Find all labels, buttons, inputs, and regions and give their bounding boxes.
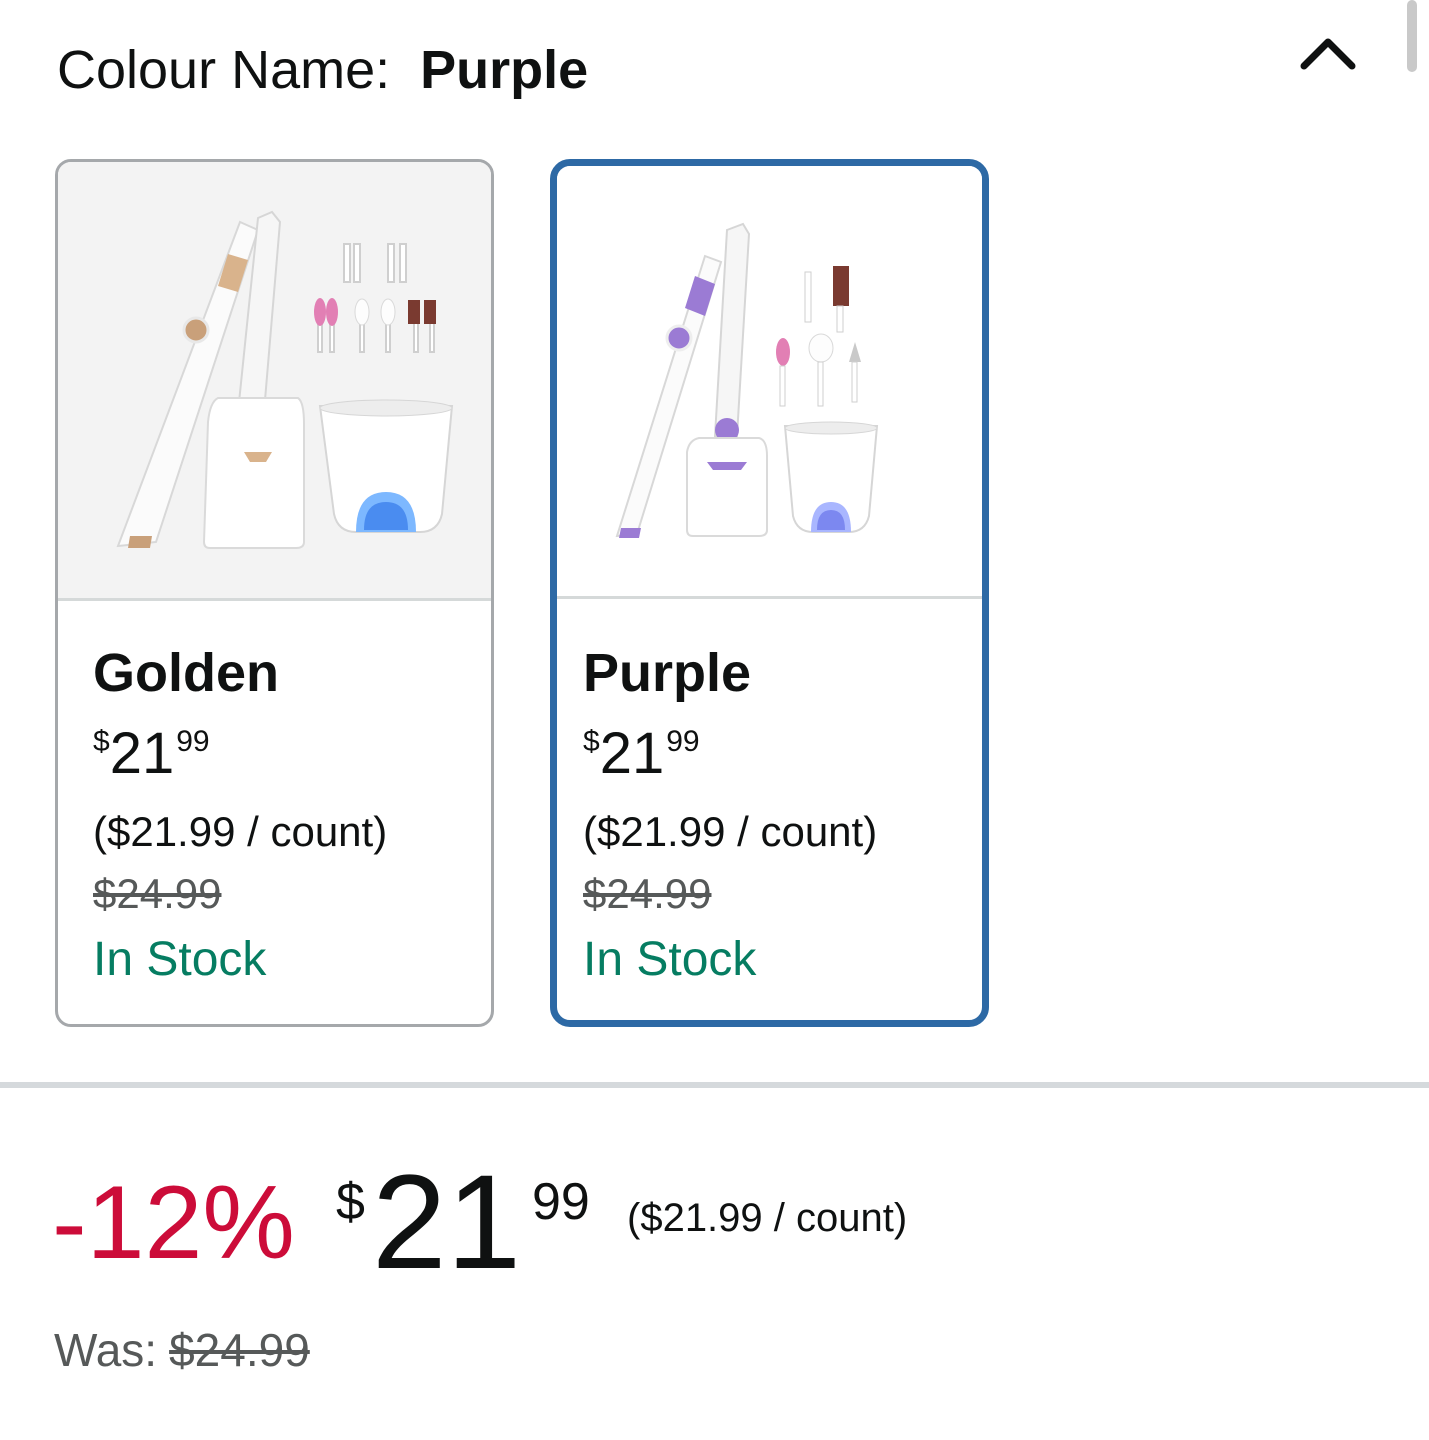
main-unit-price: ($21.99 / count) [627,1196,908,1240]
option-unit-price: ($21.99 / count) [93,808,388,855]
price-whole: 21 [109,721,175,786]
collapse-button[interactable] [1290,20,1366,86]
was-price: $24.99 [169,1324,310,1376]
product-image-purple [557,166,982,599]
price-symbol: $ [93,725,110,758]
option-price: $2199 [583,712,972,799]
option-price: $2199 [93,712,481,799]
price-symbol: $ [583,725,600,758]
main-price-whole: 21 [372,1148,522,1297]
price-whole: 21 [599,721,665,786]
product-image-golden [58,162,491,601]
option-original-price: $24.99 [583,870,712,917]
option-unit-price: ($21.99 / count) [583,808,878,855]
was-price-line: Was: $24.99 [54,1318,310,1382]
chevron-up-icon [1300,38,1356,70]
colour-name-header: Colour Name: Purple [57,36,588,104]
selected-colour-value: Purple [420,40,589,100]
option-name: Golden [93,643,279,703]
price-fraction: 99 [176,725,210,758]
colour-option-golden[interactable]: Golden $2199 ($21.99 / count) $24.99 In … [55,159,494,1027]
option-availability: In Stock [93,933,267,986]
section-divider [0,1082,1429,1088]
colour-selector-page: Colour Name: Purple Golden $2199 ($21.99… [0,0,1429,1440]
option-availability: In Stock [583,933,757,986]
scrollbar-thumb[interactable] [1407,0,1417,72]
option-info-purple: Purple $2199 ($21.99 / count) $24.99 In … [583,640,972,995]
was-label: Was: [54,1324,158,1376]
colour-name-label: Colour Name: [57,40,391,100]
colour-option-purple[interactable]: Purple $2199 ($21.99 / count) $24.99 In … [550,159,989,1027]
option-info-golden: Golden $2199 ($21.99 / count) $24.99 In … [93,640,481,995]
option-original-price: $24.99 [93,870,222,917]
main-price-symbol: $ [336,1173,365,1231]
option-name: Purple [583,643,752,703]
main-price-fraction: 99 [532,1173,590,1231]
price-fraction: 99 [666,725,700,758]
discount-percentage: -12% [52,1165,295,1281]
